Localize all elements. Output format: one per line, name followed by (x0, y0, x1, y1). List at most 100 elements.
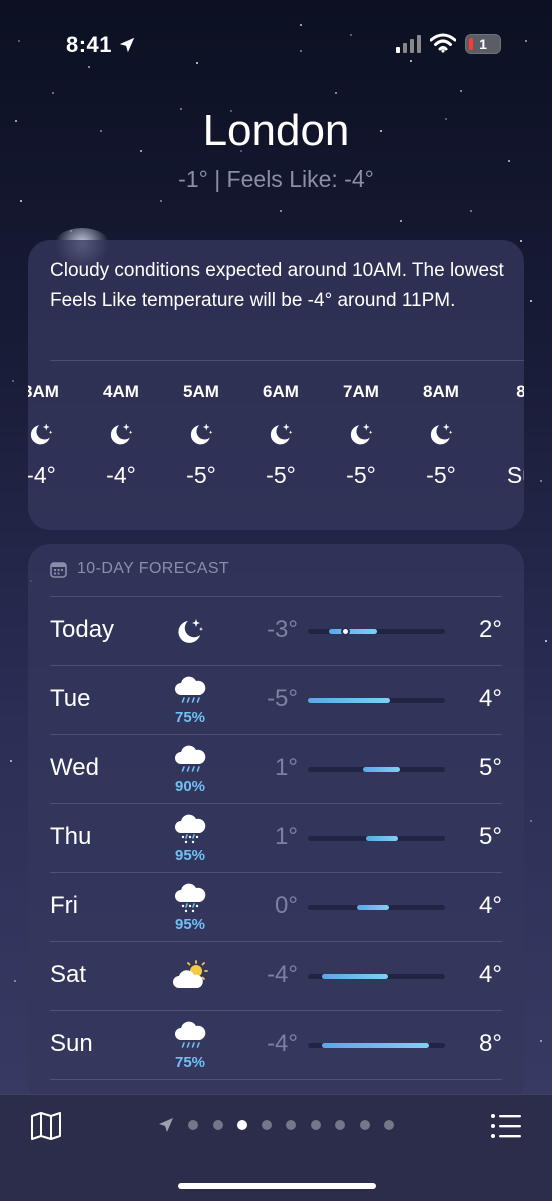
temp-range-fill (308, 698, 390, 703)
low-temp: 1° (275, 823, 298, 850)
low-temp: -4° (267, 961, 298, 988)
hour-temp: -5° (346, 462, 376, 488)
hourly-item: 7AM -5° (326, 382, 396, 489)
moon-stars-icon (107, 420, 135, 448)
row-divider (50, 803, 502, 804)
hourly-item: 6AM -5° (246, 382, 316, 489)
moon-stars-icon (347, 420, 375, 448)
wifi-icon (430, 33, 456, 53)
precip-chance: 95% (174, 916, 206, 933)
temp-range-bar (308, 1043, 445, 1048)
temp-range-fill (322, 974, 388, 979)
low-temp: -4° (267, 1030, 298, 1057)
forecast-row[interactable]: Sun 75% -4° 8° (28, 1010, 524, 1079)
row-divider (50, 1079, 502, 1080)
page-dot[interactable] (310, 1120, 321, 1130)
high-temp: 5° (479, 754, 502, 781)
home-indicator (178, 1183, 376, 1189)
temp-range-bar (308, 627, 445, 636)
forecast-title: 10-DAY FORECAST (77, 560, 230, 577)
row-divider (50, 872, 502, 873)
hour-temp: -4° (106, 462, 136, 488)
temp-range-bar (308, 974, 445, 979)
forecast-row[interactable]: Thu 95% 1° 5° (28, 803, 524, 872)
low-temp: 1° (275, 754, 298, 781)
hour-temp: -5° (426, 462, 456, 488)
temp-range-fill (363, 767, 400, 772)
row-divider (50, 596, 502, 597)
hour-label: 8 (516, 382, 524, 401)
precip-chance: 75% (174, 709, 206, 726)
temp-range-fill (366, 836, 398, 841)
row-divider (50, 1010, 502, 1011)
high-temp: 8° (479, 1030, 502, 1057)
moon-stars-icon (28, 420, 55, 448)
hour-temp: Su (506, 462, 524, 488)
hourly-item: 3AM -4° (28, 382, 76, 489)
hourly-item: 8 Su (486, 382, 524, 489)
moon-stars-icon (427, 420, 455, 448)
moon-stars-icon (172, 615, 208, 647)
sun-cloud-icon (172, 960, 208, 992)
hour-temp: -5° (266, 462, 296, 488)
row-divider (50, 734, 502, 735)
forecast-row[interactable]: Fri 95% 0° 4° (28, 872, 524, 941)
temp-range-fill (329, 629, 377, 634)
hour-label: 7AM (343, 382, 379, 401)
moon-stars-icon (267, 420, 295, 448)
hourly-item: 8AM -5° (406, 382, 476, 489)
current-temp-dot (341, 627, 350, 636)
hour-label: 4AM (103, 382, 139, 401)
day-label: Sat (50, 961, 87, 988)
hour-label: 6AM (263, 382, 299, 401)
hour-temp: -5° (186, 462, 216, 488)
current-location-arrow-icon[interactable] (158, 1117, 174, 1133)
page-dot[interactable] (261, 1120, 272, 1130)
high-temp: 4° (479, 892, 502, 919)
cellular-signal-icon (396, 35, 421, 53)
cloud-rain-icon (172, 675, 208, 707)
day-label: Tue (50, 685, 91, 712)
map-icon[interactable] (30, 1111, 62, 1141)
hourly-forecast-card[interactable]: Cloudy conditions expected around 10AM. … (28, 240, 524, 530)
page-dot[interactable] (212, 1120, 223, 1130)
bottom-toolbar (0, 1094, 552, 1201)
day-label: Sun (50, 1030, 93, 1057)
temp-range-fill (322, 1043, 429, 1048)
forecast-row[interactable]: Wed 90% 1° 5° (28, 734, 524, 803)
page-dot[interactable] (237, 1120, 247, 1130)
page-dot[interactable] (335, 1120, 345, 1130)
day-label: Fri (50, 892, 78, 919)
forecast-row[interactable]: Sat -4° 4° (28, 941, 524, 1010)
conditions-summary: Cloudy conditions expected around 10AM. … (50, 260, 504, 311)
low-temp: 0° (275, 892, 298, 919)
hour-label: 8AM (423, 382, 459, 401)
ten-day-forecast-card[interactable]: 10-DAY FORECAST Today -3° 2° Tue 75% -5° (28, 544, 524, 1104)
low-temp: -5° (267, 685, 298, 712)
high-temp: 4° (479, 961, 502, 988)
hour-label: 5AM (183, 382, 219, 401)
location-arrow-icon (119, 37, 135, 53)
list-icon[interactable] (490, 1113, 522, 1139)
high-temp: 2° (479, 616, 502, 643)
cloud-sleet-icon (172, 882, 208, 914)
page-dot[interactable] (359, 1120, 370, 1130)
page-dot[interactable] (384, 1120, 394, 1130)
battery-indicator: 1 (465, 34, 501, 54)
hourly-item: 5AM -5° (166, 382, 236, 489)
status-time: 8:41 (66, 32, 113, 57)
hourly-item: 4AM -4° (86, 382, 156, 489)
low-temp: -3° (267, 616, 298, 643)
forecast-row[interactable]: Today -3° 2° (28, 596, 524, 665)
current-temp-feels-like: -1° | Feels Like: -4° (178, 166, 374, 192)
precip-chance: 90% (174, 778, 206, 795)
high-temp: 5° (479, 823, 502, 850)
page-dot[interactable] (188, 1120, 198, 1130)
row-divider (50, 941, 502, 942)
precip-chance: 75% (174, 1054, 206, 1071)
high-temp: 4° (479, 685, 502, 712)
page-dot[interactable] (286, 1120, 296, 1130)
temp-range-bar (308, 698, 445, 703)
precip-chance: 95% (174, 847, 206, 864)
forecast-row[interactable]: Tue 75% -5° 4° (28, 665, 524, 734)
